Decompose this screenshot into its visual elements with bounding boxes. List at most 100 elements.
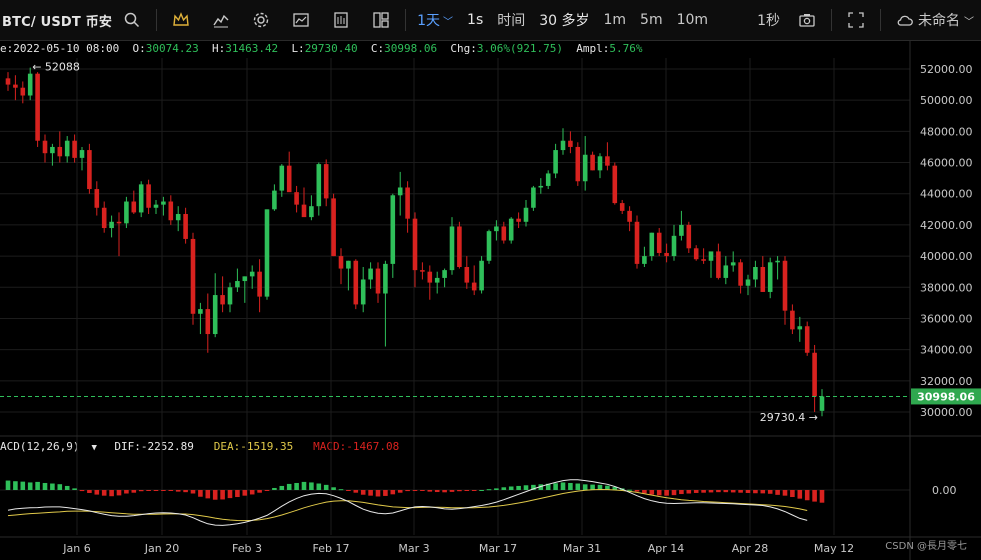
candle-body — [279, 165, 285, 191]
dif-line — [7, 479, 808, 526]
candle-body — [301, 204, 307, 218]
macd-histogram-bar — [242, 490, 248, 496]
macd-histogram-bar — [353, 490, 359, 493]
macd-histogram-bar — [383, 490, 388, 496]
candle-body — [575, 146, 581, 182]
macd-histogram-bar — [494, 488, 499, 490]
candle-body — [464, 267, 470, 283]
candle-body — [212, 295, 218, 335]
macd-histogram-bar — [501, 487, 507, 490]
candle-body — [627, 210, 632, 222]
macd-histogram-bar — [420, 490, 425, 491]
macd-histogram-bar — [375, 490, 381, 497]
candle-body — [198, 309, 203, 314]
macd-histogram-bar — [649, 490, 655, 495]
macd-histogram-bar — [693, 490, 699, 493]
candle-body — [72, 140, 77, 158]
macd-histogram-bar — [301, 481, 307, 490]
candle-body — [597, 156, 603, 171]
macd-histogram-bar — [368, 490, 373, 496]
macd-histogram-bar — [782, 490, 788, 496]
macd-histogram-bar — [686, 490, 692, 494]
macd-histogram-bar — [87, 490, 92, 493]
candle-body — [531, 187, 536, 208]
macd-histogram-bar — [434, 490, 440, 493]
macd-histogram-bar — [427, 490, 433, 492]
candle-body — [619, 203, 625, 211]
macd-histogram-bar — [486, 489, 492, 491]
price-tick-label: 50000.00 — [920, 94, 973, 107]
macd-histogram-bar — [220, 490, 225, 500]
candle-body — [612, 165, 618, 204]
macd-histogram-bar — [227, 490, 233, 499]
candle-body — [449, 226, 455, 271]
candle-body — [331, 198, 336, 257]
candle-body — [664, 252, 669, 257]
low-marker-label: 29730.4 → — [760, 411, 818, 424]
candle-body — [109, 221, 114, 229]
macd-histogram-bar — [346, 490, 351, 491]
candle-body — [161, 201, 166, 205]
candle-body — [13, 84, 18, 88]
candle-body — [272, 190, 277, 210]
candle-body — [368, 268, 373, 280]
candle-body — [738, 262, 743, 286]
macd-histogram-bar — [627, 489, 632, 491]
price-chart[interactable]: 30000.00 32000.00 34000.00 36000.00 38000.00… — [0, 0, 981, 560]
macd-histogram-bar — [642, 490, 647, 494]
candle-body — [782, 260, 788, 311]
macd-histogram-bar — [405, 490, 410, 492]
macd-histogram-bar — [656, 490, 662, 496]
candle-body — [471, 282, 477, 291]
macd-histogram-bar — [812, 490, 817, 502]
candle-body — [434, 277, 440, 283]
macd-histogram-bar — [575, 483, 581, 490]
candle-body — [767, 262, 773, 292]
macd-histogram-bar — [331, 487, 336, 490]
candle-body — [383, 263, 388, 294]
candle-body — [190, 238, 196, 314]
macd-histogram-bar — [442, 490, 447, 493]
candle-body — [42, 140, 48, 154]
macd-histogram-bar — [760, 490, 766, 494]
macd-histogram-bar — [50, 483, 55, 490]
candle-body — [57, 146, 63, 157]
price-tick-label: 34000.00 — [920, 344, 973, 357]
candle-body — [175, 213, 181, 221]
candle-body — [716, 251, 721, 278]
macd-histogram-bar — [161, 490, 166, 491]
candle-body — [360, 279, 366, 305]
macd-histogram-bar — [116, 490, 122, 496]
macd-histogram-bar — [264, 490, 270, 491]
candle-body — [168, 201, 174, 221]
candle-body — [397, 187, 403, 196]
candle-body — [323, 164, 329, 199]
macd-histogram-bar — [316, 483, 322, 490]
macd-histogram-bar — [235, 490, 240, 498]
high-marker-label: ← 52088 — [32, 61, 80, 74]
candle-body — [235, 281, 240, 288]
candle-body — [124, 201, 129, 224]
price-tick-label: 40000.00 — [920, 250, 973, 263]
macd-histogram-bar — [286, 483, 292, 490]
macd-histogram-bar — [72, 488, 77, 490]
time-tick-label: Apr 28 — [732, 542, 769, 555]
macd-histogram-bar — [205, 490, 211, 499]
price-tick-label: 36000.00 — [920, 312, 973, 325]
candle-body — [264, 209, 270, 297]
macd-histogram-bar — [738, 490, 743, 493]
candle-body — [353, 260, 359, 305]
candle-body — [634, 221, 640, 264]
macd-histogram-bar — [309, 482, 314, 490]
candle-body — [183, 213, 188, 239]
macd-histogram-bar — [131, 490, 137, 493]
candle-body — [804, 326, 810, 353]
macd-histogram-bar — [412, 490, 418, 491]
macd-histogram-bar — [20, 481, 26, 490]
candle-body — [242, 276, 248, 282]
price-tick-label: 52000.00 — [920, 63, 973, 76]
candle-body — [390, 195, 396, 264]
time-tick-label: May 12 — [814, 542, 854, 555]
candle-body — [405, 187, 410, 219]
candle-body — [79, 150, 85, 158]
